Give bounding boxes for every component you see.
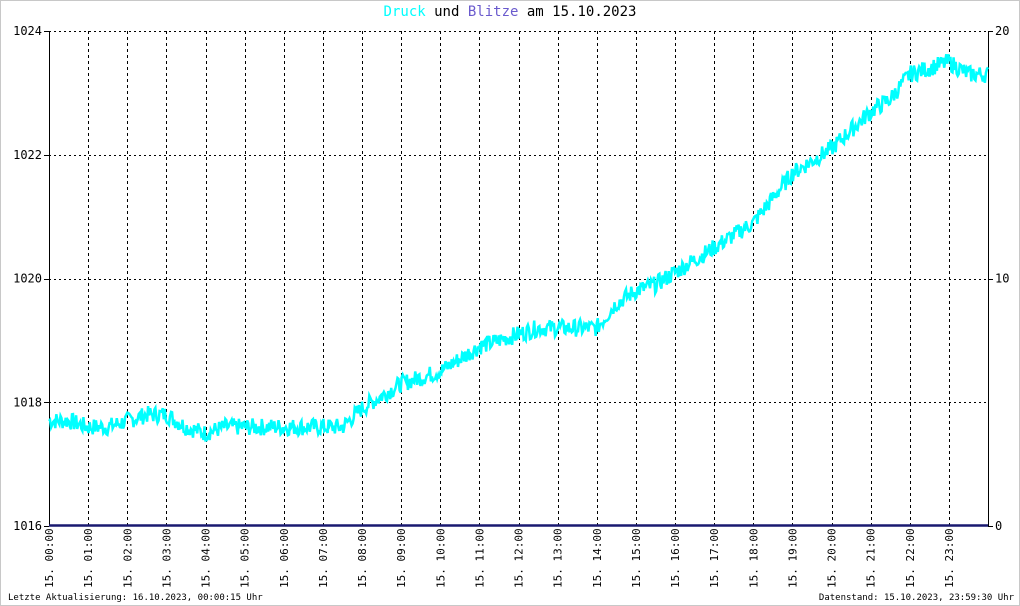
x-tick-label: 15. 20:00 [826, 528, 839, 588]
x-tick-label: 15. 12:00 [513, 528, 526, 588]
x-tick-label: 15. 22:00 [904, 528, 917, 588]
y-left-tick-label: 1024 [13, 24, 42, 38]
y-left-tick-label: 1020 [13, 272, 42, 286]
x-tick-label: 15. 11:00 [473, 528, 486, 588]
x-tick-label: 15. 09:00 [395, 528, 408, 588]
y-right-tick-label: 0 [995, 519, 1002, 533]
x-tick-label: 15. 10:00 [434, 528, 447, 588]
x-tick-label: 15. 18:00 [747, 528, 760, 588]
y-left-tick-label: 1022 [13, 148, 42, 162]
y-left-tick-label: 1018 [13, 395, 42, 409]
axis-labels: 101610181020102210240102015. 00:00 15. 01… [13, 24, 1009, 588]
x-tick-label: 15. 16:00 [669, 528, 682, 588]
y-left-tick-label: 1016 [13, 519, 42, 533]
x-tick-label: 15. 04:00 [200, 528, 213, 588]
x-tick-label: 15. 23:00 [943, 528, 956, 588]
druck-line [48, 54, 990, 442]
series-lines [48, 54, 990, 527]
y-right-tick-label: 20 [995, 24, 1009, 38]
x-tick-label: 15. 01:00 [82, 528, 95, 588]
x-tick-label: 15. 14:00 [591, 528, 604, 588]
x-tick-label: 15. 00:00 [43, 528, 56, 588]
x-tick-label: 15. 03:00 [160, 528, 173, 588]
x-tick-label: 15. 13:00 [552, 528, 565, 588]
y-right-tick-label: 10 [995, 272, 1009, 286]
x-tick-label: 15. 19:00 [786, 528, 799, 588]
x-tick-label: 15. 07:00 [317, 528, 330, 588]
x-tick-label: 15. 02:00 [121, 528, 134, 588]
pressure-lightning-chart: 101610181020102210240102015. 00:00 15. 01… [13, 24, 1009, 588]
x-tick-label: 15. 17:00 [708, 528, 721, 588]
footer-data-state: Datenstand: 15.10.2023, 23:59:30 Uhr [818, 593, 1014, 603]
x-tick-label: 15. 06:00 [278, 528, 291, 588]
footer-last-update: Letzte Aktualisierung: 16.10.2023, 00:00… [8, 593, 263, 603]
grid [44, 31, 993, 527]
x-tick-label: 15. 08:00 [356, 528, 369, 588]
x-tick-label: 15. 15:00 [630, 528, 643, 588]
x-tick-label: 15. 21:00 [865, 528, 878, 588]
x-tick-label: 15. 05:00 [239, 528, 252, 588]
